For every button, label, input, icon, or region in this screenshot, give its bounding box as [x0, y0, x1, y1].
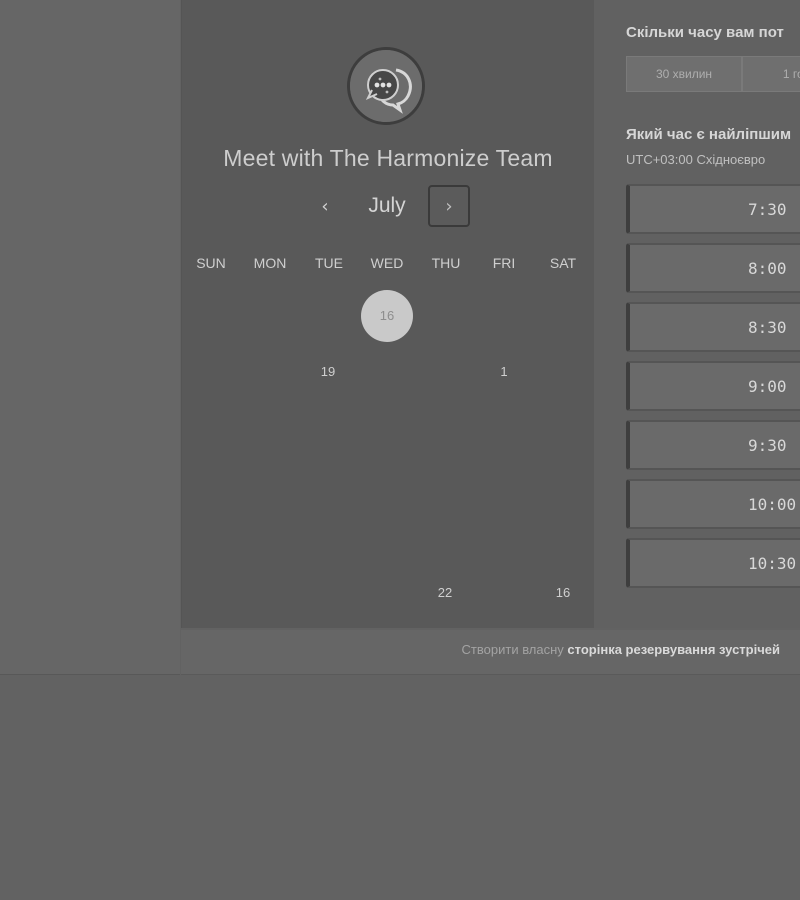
weekday-header: SUN MON TUE WED THU FRI SAT: [182, 255, 594, 273]
duration-1hour-button[interactable]: 1 годи: [742, 56, 800, 92]
time-slot-button[interactable]: 9:00: [626, 361, 800, 411]
weekday-sun: SUN: [196, 255, 226, 271]
booking-calendar-panel: Meet with The Harmonize Team ‹ July › SU…: [181, 0, 595, 628]
month-label: July: [368, 194, 406, 217]
chevron-right-icon: ›: [445, 195, 453, 217]
footer-prefix: Створити власну: [461, 642, 568, 657]
time-slot-button[interactable]: 8:00: [626, 243, 800, 293]
left-footer-strip: [0, 630, 180, 675]
next-month-button[interactable]: ›: [428, 185, 470, 227]
chevron-left-icon: ‹: [321, 195, 329, 217]
weekday-tue: TUE: [315, 255, 343, 271]
footer-text: Створити власну сторінка резервування зу…: [462, 642, 780, 657]
day-selected[interactable]: 16: [361, 290, 413, 342]
duration-question: Скільки часу вам пот: [626, 24, 784, 41]
time-slot-button[interactable]: 7:30: [626, 184, 800, 234]
duration-options: 30 хвилин 1 годи: [626, 56, 800, 92]
calendar-day[interactable]: 1: [478, 346, 530, 398]
organizer-avatar: [347, 47, 425, 125]
calendar-day[interactable]: 16: [537, 567, 589, 619]
duration-30min-button[interactable]: 30 хвилин: [626, 56, 742, 92]
booking-page-link[interactable]: сторінка резервування зустрічей: [567, 642, 780, 657]
time-slot-list: 7:30 8:00 8:30 9:00 9:30 10:00 10:30: [626, 184, 800, 597]
lower-empty-area: [0, 676, 800, 900]
weekday-fri: FRI: [492, 255, 516, 271]
left-blank-area: [0, 0, 180, 631]
weekday-thu: THU: [431, 255, 461, 271]
weekday-sat: SAT: [549, 255, 577, 271]
page-title: Meet with The Harmonize Team: [223, 145, 553, 171]
time-slot-button[interactable]: 10:30: [626, 538, 800, 588]
calendar-day[interactable]: 19: [302, 346, 354, 398]
chat-bubble-logo-icon: [350, 50, 422, 122]
time-slot-button[interactable]: 8:30: [626, 302, 800, 352]
weekday-mon: MON: [253, 255, 287, 271]
prev-month-button[interactable]: ‹: [309, 190, 341, 222]
calendar-day[interactable]: 22: [419, 567, 471, 619]
timezone-label[interactable]: UTC+03:00 Східноєвро: [626, 152, 765, 167]
time-slot-button[interactable]: 9:30: [626, 420, 800, 470]
time-selection-panel: Скільки часу вам пот 30 хвилин 1 годи Як…: [594, 0, 800, 628]
time-slot-button[interactable]: 10:00: [626, 479, 800, 529]
time-question: Який час є найліпшим: [626, 126, 792, 143]
footer-bar: Створити власну сторінка резервування зу…: [181, 630, 800, 675]
weekday-wed: WED: [370, 255, 404, 271]
